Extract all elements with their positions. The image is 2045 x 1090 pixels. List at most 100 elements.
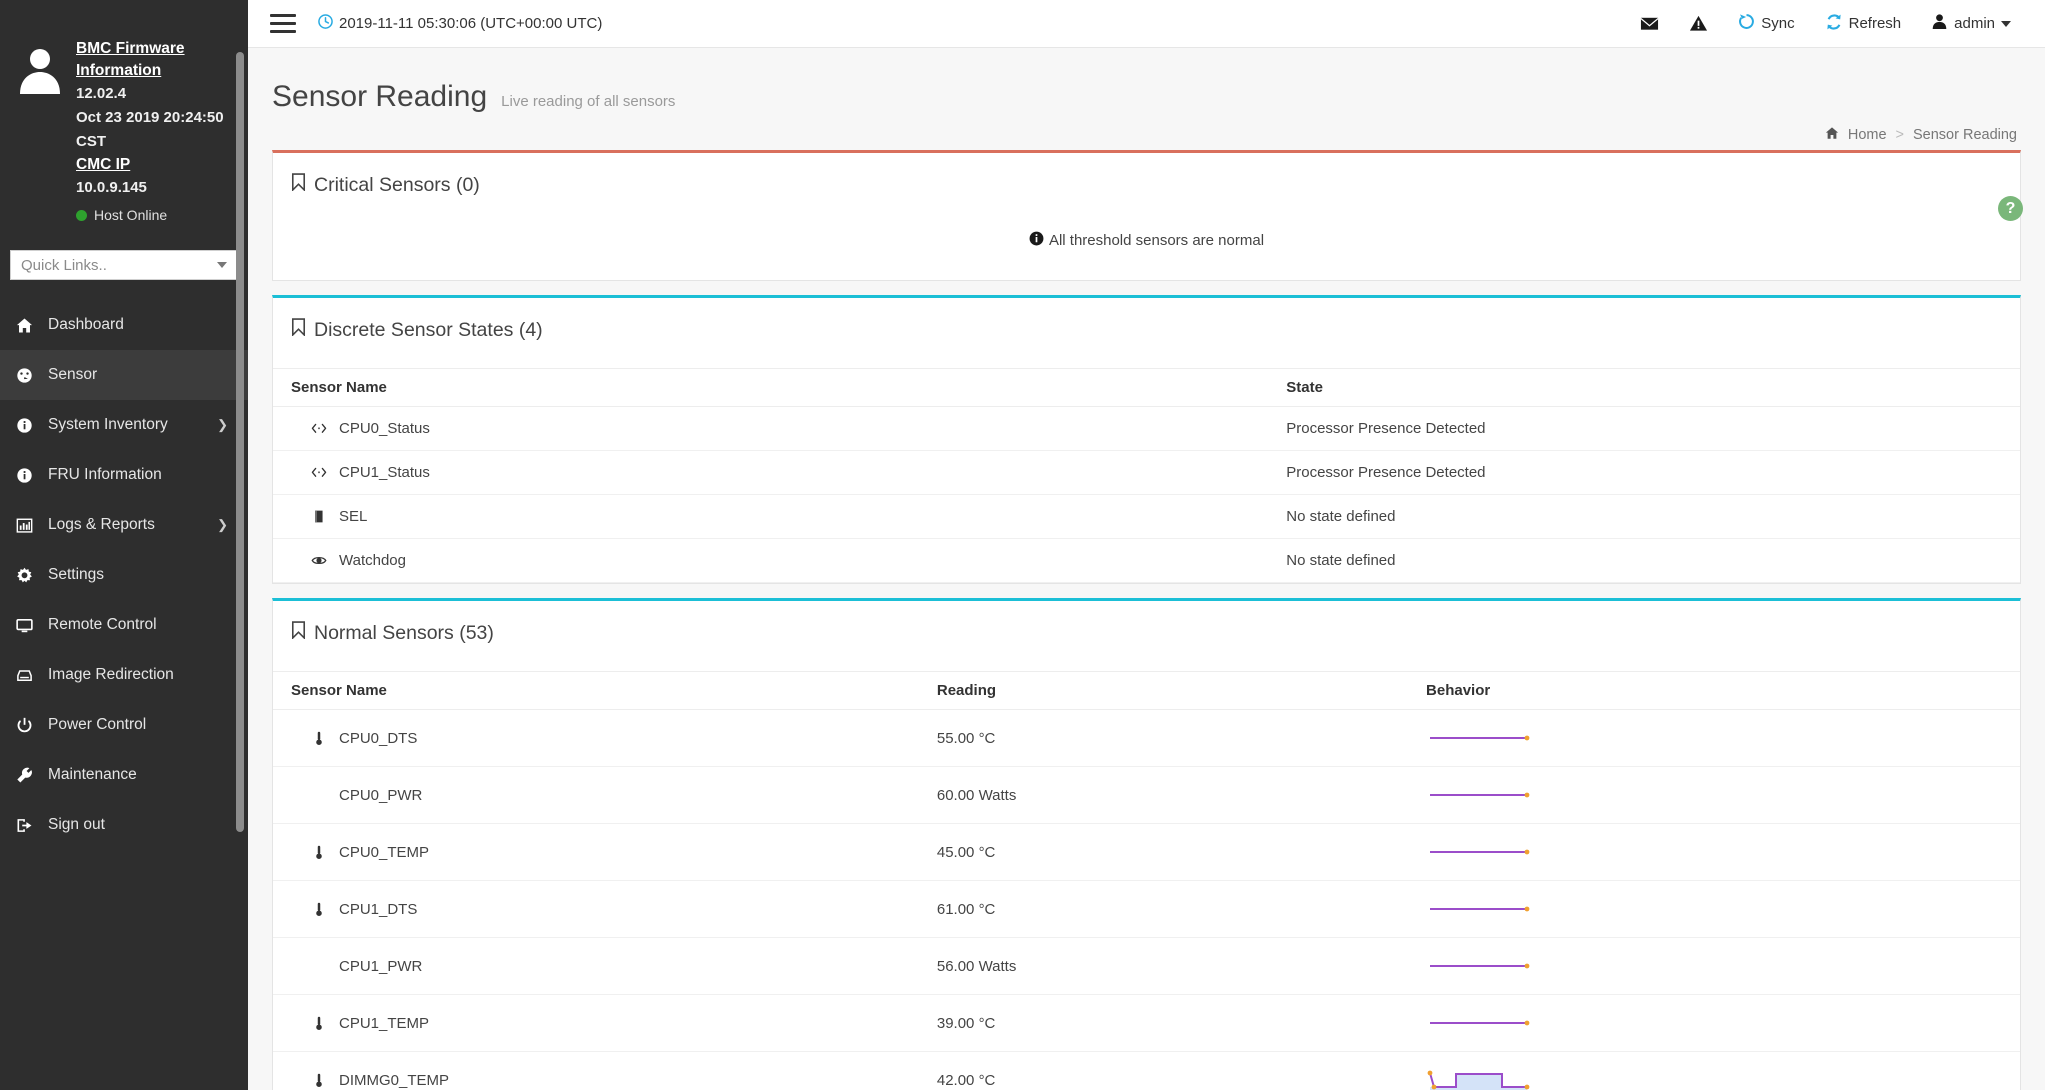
bmc-firmware-link[interactable]: BMC Firmware Information [76,38,234,82]
table-row[interactable]: Watchdog No state defined [273,538,2020,583]
refresh-button[interactable]: Refresh [1825,13,1902,35]
behavior-sparkline [1430,1020,1530,1026]
profile-block: BMC Firmware Information 12.02.4 Oct 23 … [0,0,248,236]
discrete-col-state: State [1286,368,2020,407]
sidebar-scrollbar[interactable] [236,52,244,832]
info-circle-icon [16,417,42,434]
table-row[interactable]: CPU1_Status Processor Presence Detected [273,450,2020,495]
envelope-icon[interactable] [1640,14,1659,33]
home-icon [16,317,42,334]
menu-toggle-button[interactable] [270,14,296,33]
host-status: Host Online [76,204,234,226]
code-brackets-icon [311,420,327,437]
table-row[interactable]: CPU0_DTS 55.00 °C [273,709,2020,767]
normal-sensors-title: Normal Sensors (53) [314,621,494,644]
sidebar-item-label: Maintenance [48,766,137,783]
critical-sensors-title-row: Critical Sensors (0) [273,153,2020,197]
quick-links-select[interactable]: Quick Links.. [10,250,238,280]
behavior-sparkline [1430,735,1530,741]
sensor-behavior-cell [1426,766,2020,824]
sensor-state: No state defined [1286,494,2020,539]
normal-table-header: Sensor Name Reading Behavior [273,671,2020,710]
thermometer-icon [311,901,327,918]
critical-sensors-title: Critical Sensors (0) [314,173,480,196]
timestamp-label: 2019-11-11 05:30:06 (UTC+00:00 UTC) [339,15,603,32]
sidebar: BMC Firmware Information 12.02.4 Oct 23 … [0,0,248,1090]
normal-col-name: Sensor Name [273,671,937,710]
sensor-name: CPU1_DTS [339,900,418,918]
critical-empty-message: All threshold sensors are normal [273,197,2020,280]
discrete-col-name: Sensor Name [273,368,1287,407]
warning-triangle-icon[interactable] [1689,14,1708,33]
sidebar-item-label: Power Control [48,716,147,733]
sync-label: Sync [1761,15,1795,32]
discrete-sensors-title: Discrete Sensor States (4) [314,318,543,341]
behavior-sparkline [1430,792,1530,798]
discrete-table-header: Sensor Name State [273,368,2020,407]
thermometer-icon [311,1015,327,1032]
chevron-down-icon [2001,20,2011,27]
chevron-right-icon: ❯ [217,517,228,532]
table-row[interactable]: SEL No state defined [273,494,2020,539]
book-icon [311,508,327,525]
sidebar-item-sign-out[interactable]: Sign out [0,800,248,850]
normal-sensors-title-row: Normal Sensors (53) [273,601,2020,645]
breadcrumb-current: Sensor Reading [1913,127,2017,143]
sensor-reading: 39.00 °C [936,994,1427,1052]
refresh-label: Refresh [1848,15,1902,32]
table-row[interactable]: DIMMG0_TEMP 42.00 °C [273,1051,2020,1090]
thermometer-icon [311,1072,327,1089]
top-header: 2019-11-11 05:30:06 (UTC+00:00 UTC) Sync… [248,0,2045,48]
sidebar-item-fru-information[interactable]: FRU Information [0,450,248,500]
table-row[interactable]: CPU1_TEMP 39.00 °C [273,994,2020,1052]
sensor-state: Processor Presence Detected [1286,406,2020,451]
sidebar-item-sensor[interactable]: Sensor [0,350,248,400]
user-label: admin [1954,15,1995,32]
sensor-name: Watchdog [339,552,406,569]
table-row[interactable]: CPU1_PWR 56.00 Watts [273,937,2020,995]
sidebar-item-dashboard[interactable]: Dashboard [0,300,248,350]
sync-button[interactable]: Sync [1738,13,1795,34]
sidebar-item-label: Sensor [48,366,98,383]
table-row[interactable]: CPU0_Status Processor Presence Detected [273,406,2020,451]
table-row[interactable]: CPU0_TEMP 45.00 °C [273,823,2020,881]
sensor-behavior-cell [1426,880,2020,938]
sensor-reading: 56.00 Watts [936,937,1427,995]
breadcrumb-home[interactable]: Home [1848,127,1887,143]
bookmark-icon [291,621,306,645]
avatar [14,38,66,101]
behavior-sparkline [1430,849,1530,855]
chevron-right-icon: ❯ [217,417,228,432]
clock-icon [318,13,333,34]
sensor-state: No state defined [1286,538,2020,583]
header-timestamp: 2019-11-11 05:30:06 (UTC+00:00 UTC) [318,13,603,34]
sidebar-item-power-control[interactable]: Power Control [0,700,248,750]
cmc-ip-link[interactable]: CMC IP [76,154,234,176]
table-row[interactable]: CPU1_DTS 61.00 °C [273,880,2020,938]
normal-sensors-panel: Normal Sensors (53) Sensor Name Reading … [272,598,2021,1090]
sidebar-item-logs-reports[interactable]: Logs & Reports ❯ [0,500,248,550]
sidebar-item-image-redirection[interactable]: Image Redirection [0,650,248,700]
sidebar-item-label: Image Redirection [48,666,174,683]
sidebar-item-remote-control[interactable]: Remote Control [0,600,248,650]
sidebar-item-label: Sign out [48,816,105,833]
normal-sensors-table: Sensor Name Reading Behavior CPU0_DTS 55.… [273,671,2020,1090]
code-brackets-icon [311,464,327,481]
sensor-name: CPU0_TEMP [339,843,430,861]
sensor-name: SEL [339,508,368,525]
sensor-name: CPU0_DTS [339,729,418,747]
user-menu-button[interactable]: admin [1931,13,2011,34]
sidebar-item-system-inventory[interactable]: System Inventory ❯ [0,400,248,450]
help-icon[interactable]: ? [1998,196,2023,221]
cmc-ip-value: 10.0.9.145 [76,179,147,196]
info-circle-icon [1029,231,1044,250]
normal-col-behavior: Behavior [1426,671,2020,710]
table-row[interactable]: CPU0_PWR 60.00 Watts [273,766,2020,824]
normal-col-reading: Reading [936,671,1427,710]
sensor-name: CPU1_TEMP [339,1014,430,1032]
behavior-sparkline [1430,906,1530,912]
page-content: Sensor Reading Live reading of all senso… [248,48,2045,1090]
sidebar-item-settings[interactable]: Settings [0,550,248,600]
sidebar-item-maintenance[interactable]: Maintenance [0,750,248,800]
sensor-reading: 60.00 Watts [936,766,1427,824]
